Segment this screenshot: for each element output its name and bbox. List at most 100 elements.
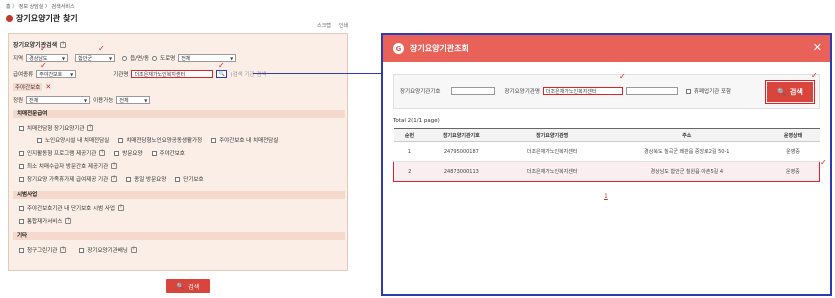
pilot-section-head: 시범사업 xyxy=(13,191,345,199)
dong-radio[interactable] xyxy=(122,55,128,61)
dementia-item-label: 주야간보호 내 치매전담실 xyxy=(219,138,279,144)
section-title: 장기요양기관검색 xyxy=(13,42,58,49)
table-cell: 경상남도 함안군 칠원읍 아촌5길 4 xyxy=(607,161,767,182)
org-name-label: 기관명 xyxy=(113,72,129,78)
column-header: 장기요양기관명 xyxy=(497,128,608,142)
district-select[interactable]: 함안군 ▼ xyxy=(75,54,116,62)
org-name-input[interactable]: 더조은재가노인복지센터 xyxy=(131,70,214,78)
help-icon[interactable]: ? xyxy=(117,205,124,211)
dementia-item-label: 치매전담형노인요양공동생활가정 xyxy=(126,138,203,144)
help-icon[interactable]: ? xyxy=(65,218,72,224)
dementia-item-label: 종일 방문요양 xyxy=(134,177,167,183)
dementia-checkbox[interactable] xyxy=(151,150,157,156)
logo-icon: G xyxy=(393,43,404,54)
remove-chip-icon[interactable]: ✕ xyxy=(45,83,51,91)
table-cell: 운영중 xyxy=(766,161,820,182)
etc-section-head: 기타 xyxy=(13,232,345,240)
table-cell: 경상북도 칠곡군 왜관읍 중앙로2길 50-1 xyxy=(607,141,767,162)
pilot-item-label: 주야간보호기관 내 단기보호 시범 사업 xyxy=(27,206,115,212)
dementia-item-label: 인지활동형 프로그램 제공기관 xyxy=(27,151,97,157)
name-input-extra[interactable] xyxy=(625,87,678,95)
modal-header: G 장기요양기관조회 ✕ xyxy=(383,35,830,62)
etc-checkbox[interactable] xyxy=(79,247,85,253)
dementia-checkbox[interactable] xyxy=(19,150,24,156)
column-header: 장기요양기관기호 xyxy=(425,128,498,142)
province-select[interactable]: 경상남도 ▼ xyxy=(26,54,69,62)
pilot-checkbox[interactable] xyxy=(19,205,24,211)
help-icon[interactable]: ? xyxy=(111,163,118,169)
dong-label: 읍/면/동 xyxy=(130,56,150,62)
title-bullet-icon xyxy=(6,15,13,22)
selected-chip: 주야간보호 xyxy=(13,83,43,91)
dementia-checkbox[interactable] xyxy=(19,163,24,169)
region-label: 지역 xyxy=(13,56,24,62)
dementia-checkbox[interactable] xyxy=(175,176,181,182)
print-link[interactable]: 인쇄 xyxy=(339,22,348,29)
etc-checkbox[interactable] xyxy=(19,247,24,253)
dementia-checkbox[interactable] xyxy=(19,125,24,131)
help-icon[interactable]: ? xyxy=(60,247,67,253)
dementia-checkbox[interactable] xyxy=(19,176,24,182)
modal-search-button[interactable]: 🔍 검색 xyxy=(765,80,815,104)
dementia-checkbox[interactable] xyxy=(118,137,124,143)
capacity-select[interactable]: 전체 ▼ xyxy=(26,96,91,104)
help-icon[interactable]: ? xyxy=(60,41,67,48)
etc-item-label: 장기요양기관배닝 xyxy=(87,248,128,254)
pilot-item-label: 통합재가서비스 xyxy=(27,219,63,225)
help-icon[interactable]: ? xyxy=(99,150,106,156)
search-button[interactable]: 🔍 검색 xyxy=(166,279,210,293)
table-cell: 1 xyxy=(393,141,426,162)
page-title: 장기요양기관 찾기 xyxy=(6,13,78,24)
breadcrumb: 홈 〉 정보 상담실 〉 검색서비스 xyxy=(6,4,75,10)
benefit-type-select[interactable]: 주야간보호 ▼ xyxy=(36,70,77,78)
check-mark-icon: ✓ xyxy=(40,44,47,53)
dementia-item-label: 주야간보호 xyxy=(159,151,185,157)
dementia-item-label: 치매전담형 장기요양기관 xyxy=(27,126,85,132)
availability-select[interactable]: 전체 ▼ xyxy=(116,96,151,104)
dementia-checkbox[interactable] xyxy=(126,176,132,182)
org-lookup-modal: G 장기요양기관조회 ✕ 장기요양기관기호 장기요양기관명 더조은재가노인복지센… xyxy=(381,33,832,296)
pilot-checkbox[interactable] xyxy=(19,218,24,224)
dong-select[interactable]: 전체 ▼ xyxy=(178,54,237,62)
check-mark-icon: ✓ xyxy=(820,158,827,167)
column-header: 주소 xyxy=(607,128,767,142)
code-input[interactable] xyxy=(451,87,496,95)
dementia-item-label: 방문요양 xyxy=(122,151,143,157)
scrap-link[interactable]: 스크랩 xyxy=(317,22,331,29)
dementia-item-label: 단기보호 xyxy=(183,177,204,183)
search-icon: 🔍 xyxy=(777,88,786,96)
table-cell: 더조은재가노인복지센터 xyxy=(497,141,608,162)
table-cell: 24873000113 xyxy=(425,161,498,182)
search-icon: 🔍 xyxy=(176,282,185,290)
table-row[interactable]: 2 24873000113 더조은재가노인복지센터 경상남도 함안군 칠원읍 아… xyxy=(393,161,820,182)
table-cell: 운영중 xyxy=(766,141,820,162)
closed-label: 휴폐업기관 포함 xyxy=(693,89,732,95)
capacity-label: 정원 xyxy=(13,98,24,104)
close-icon[interactable]: ✕ xyxy=(813,41,822,54)
table-cell: 더조은재가노인복지센터 xyxy=(497,161,608,182)
modal-search-label: 검색 xyxy=(789,88,803,96)
help-icon[interactable]: ? xyxy=(111,176,118,182)
dementia-checkbox[interactable] xyxy=(37,137,42,143)
code-label: 장기요양기관기호 xyxy=(400,89,441,95)
check-mark-icon: ✓ xyxy=(811,71,818,80)
dementia-checkbox[interactable] xyxy=(114,150,120,156)
column-header: 운영상태 xyxy=(766,128,820,142)
check-mark-icon: ✓ xyxy=(619,72,626,81)
road-radio[interactable] xyxy=(152,55,158,61)
dementia-checkbox[interactable] xyxy=(211,137,217,143)
closed-checkbox[interactable] xyxy=(685,88,691,94)
name-label: 장기요양기관명 xyxy=(504,89,540,95)
dementia-item-label: 장기요양 가족휴가제 급여제공 기관 xyxy=(27,177,109,183)
dementia-item-label: 노인요양시설 내 치매전담실 xyxy=(45,138,110,144)
road-label: 도로명 xyxy=(160,56,176,62)
org-search-icon[interactable]: 🔍 xyxy=(216,70,228,78)
table-row[interactable]: 1 24795000187 더조은재가노인복지센터 경상북도 칠곡군 왜관읍 중… xyxy=(393,141,820,162)
help-icon[interactable]: ? xyxy=(130,247,137,253)
pagination-page[interactable]: 1 xyxy=(604,193,608,200)
table-cell: 2 xyxy=(393,161,426,182)
help-icon[interactable]: ? xyxy=(87,125,94,131)
name-input[interactable]: 더조은재가노인복지센터 xyxy=(542,87,623,95)
result-total: Total 2(1/1 page) xyxy=(393,118,440,124)
check-mark-icon: ✓ xyxy=(98,44,105,53)
